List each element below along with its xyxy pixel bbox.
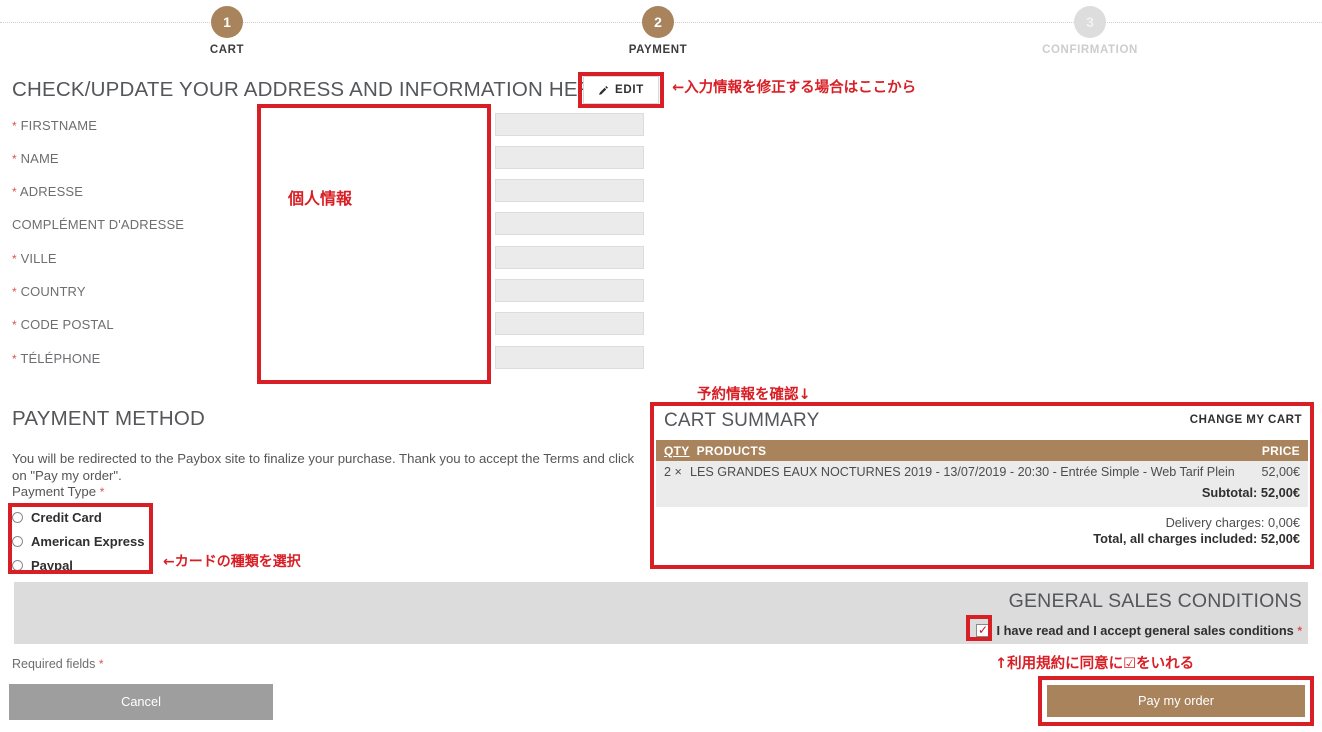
edit-address-label: EDIT — [615, 84, 644, 96]
edit-address-button[interactable]: EDIT — [583, 76, 659, 104]
required-star: * — [1297, 624, 1302, 638]
table-row: 2 × LES GRANDES EAUX NOCTURNES 2019 - 13… — [656, 461, 1308, 483]
annotation-personal-info: 個人情報 — [288, 189, 353, 208]
payment-type-options: Credit Card American Express Paypal — [12, 505, 150, 577]
column-header-qty: QTY — [664, 443, 690, 458]
annotation-terms-note: ↑利用規約に同意に☑をいれる — [995, 656, 1195, 672]
accept-conditions-checkbox[interactable]: ✓ — [976, 624, 990, 637]
label-country: * COUNTRY — [12, 284, 86, 299]
required-star: * — [12, 318, 17, 332]
required-star: * — [12, 119, 17, 133]
required-star: * — [12, 185, 17, 199]
label-telephone: * TÉLÉPHONE — [12, 351, 101, 366]
required-star: * — [98, 657, 104, 671]
cart-summary-title: CART SUMMARY — [664, 410, 820, 431]
step-cart[interactable]: 1 CART — [147, 6, 307, 56]
pencil-icon — [598, 85, 609, 96]
cart-item-qty: 2 × — [664, 465, 682, 479]
input-country[interactable] — [495, 279, 644, 302]
required-star: * — [12, 285, 17, 299]
label-ville: * VILLE — [12, 251, 57, 266]
cart-total: Total, all charges included: 52,00€ — [1093, 531, 1300, 546]
radio-icon — [12, 535, 23, 547]
required-star: * — [12, 252, 17, 266]
checkout-steps: 1 CART 2 PAYMENT 3 CONFIRMATION — [0, 0, 1322, 62]
cart-delivery-charges: Delivery charges: 0,00€ — [1165, 515, 1300, 530]
label-firstname: * FIRSTNAME — [12, 118, 98, 133]
cart-summary-header: CART SUMMARY CHANGE MY CART — [656, 408, 1308, 440]
input-name[interactable] — [495, 146, 644, 169]
general-sales-conditions: GENERAL SALES CONDITIONS ✓ I have read a… — [14, 582, 1308, 644]
checkout-page: 1 CART 2 PAYMENT 3 CONFIRMATION CHECK/UP… — [0, 0, 1322, 732]
input-complement[interactable] — [495, 212, 644, 235]
column-header-products: PRODUCTS — [696, 443, 767, 458]
annotation-cart-note: 予約情報を確認↓ — [697, 387, 811, 403]
radio-icon — [12, 511, 23, 523]
label-complement: COMPLÉMENT D'ADRESSE — [12, 217, 185, 232]
radio-credit-card[interactable]: Credit Card — [12, 505, 150, 529]
payment-type-label: Payment Type * — [12, 484, 105, 499]
accept-conditions-row[interactable]: ✓ I have read and I accept general sales… — [976, 623, 1302, 638]
address-section-title: CHECK/UPDATE YOUR ADDRESS AND INFORMATIO… — [12, 78, 613, 101]
step-payment[interactable]: 2 PAYMENT — [578, 6, 738, 56]
step-payment-label: PAYMENT — [628, 44, 688, 56]
cancel-button[interactable]: Cancel — [9, 684, 273, 720]
input-firstname[interactable] — [495, 113, 644, 136]
cart-subtotal: Subtotal: 52,00€ — [1201, 485, 1300, 500]
accept-conditions-label: I have read and I accept general sales c… — [996, 623, 1302, 638]
radio-paypal-label: Paypal — [31, 557, 73, 573]
radio-american-express[interactable]: American Express — [12, 529, 150, 553]
input-adresse[interactable] — [495, 179, 644, 202]
payment-description: You will be redirected to the Paybox sit… — [12, 451, 635, 483]
step-cart-number: 1 — [211, 6, 243, 38]
input-code-postal[interactable] — [495, 312, 644, 335]
label-adresse: * ADRESSE — [12, 184, 84, 199]
cart-item-price: 52,00€ — [1261, 465, 1300, 479]
label-code-postal: * CODE POSTAL — [12, 317, 114, 332]
input-telephone[interactable] — [495, 346, 644, 369]
label-name: * NAME — [12, 151, 59, 166]
radio-credit-card-label: Credit Card — [31, 509, 102, 525]
input-ville[interactable] — [495, 246, 644, 269]
step-confirmation: 3 CONFIRMATION — [1010, 6, 1170, 56]
cart-totals: Delivery charges: 0,00€ Total, all charg… — [656, 507, 1308, 556]
payment-section-title: PAYMENT METHOD — [12, 407, 206, 430]
column-header-price: PRICE — [1261, 443, 1300, 458]
step-cart-label: CART — [209, 44, 245, 56]
pay-my-order-button[interactable]: Pay my order — [1047, 685, 1305, 717]
required-star: * — [99, 485, 105, 499]
cart-table-body: 2 × LES GRANDES EAUX NOCTURNES 2019 - 13… — [656, 461, 1308, 507]
annotation-edit-note: ←入力情報を修正する場合はここから — [672, 80, 917, 96]
cart-table-header: QTY PRODUCTS PRICE — [656, 440, 1308, 461]
cart-item-name: LES GRANDES EAUX NOCTURNES 2019 - 13/07/… — [690, 465, 1235, 479]
required-star: * — [12, 152, 17, 166]
step-confirmation-label: CONFIRMATION — [1042, 44, 1138, 56]
radio-american-express-label: American Express — [31, 533, 145, 549]
conditions-title: GENERAL SALES CONDITIONS — [1008, 590, 1302, 612]
required-star: * — [12, 352, 17, 366]
cart-summary: CART SUMMARY CHANGE MY CART QTY PRODUCTS… — [656, 408, 1308, 556]
required-fields-note: Required fields * — [12, 657, 104, 671]
radio-paypal[interactable]: Paypal — [12, 553, 150, 577]
change-my-cart-link[interactable]: CHANGE MY CART — [1190, 414, 1302, 426]
annotation-card-note: ←カードの種類を選択 — [163, 554, 301, 570]
annotation-box-personal-info — [257, 104, 491, 384]
step-confirmation-number: 3 — [1074, 6, 1106, 38]
radio-icon — [12, 559, 23, 571]
step-payment-number: 2 — [642, 6, 674, 38]
